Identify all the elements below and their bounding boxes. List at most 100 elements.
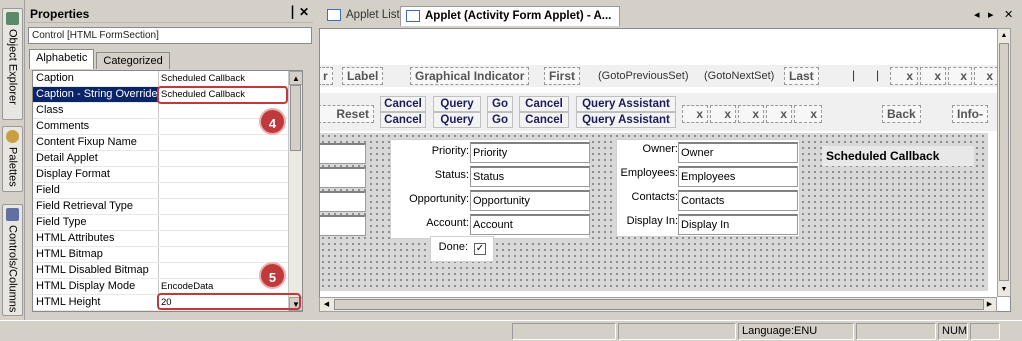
control-x[interactable]: x [890,67,918,85]
property-row[interactable]: Field [33,183,302,199]
num-lock-indicator: NUM [938,323,968,340]
opportunity-label: Opportunity: [409,193,469,205]
properties-scrollbar[interactable]: ▲ ▼ [288,71,302,311]
property-row[interactable]: HTML Bitmap [33,247,302,263]
properties-title: Properties [30,7,90,21]
property-value[interactable] [159,199,302,214]
property-name: HTML Display Mode [33,279,159,294]
employees-field[interactable]: Employees [678,166,798,187]
control-x[interactable]: x [948,67,972,85]
status-pane [618,323,736,340]
tab-controls-columns[interactable]: Controls/Columns [2,204,23,316]
tab-applet-list-label: Applet List [346,9,400,21]
go-button[interactable]: Go [487,96,513,112]
scroll-thumb[interactable] [334,299,984,310]
owner-field[interactable]: Owner [678,142,798,163]
property-value[interactable] [159,231,302,246]
control-first[interactable]: First [544,67,581,85]
control-x[interactable]: x [766,105,792,123]
control-x[interactable]: x [794,105,822,123]
property-name: Content Fixup Name [33,135,159,150]
query-button[interactable]: Query [433,112,481,128]
control-goto-previous-set[interactable]: (GotoPreviousSet) [598,70,688,82]
nav-right-icon[interactable]: ▸ [988,8,994,21]
applet-icon [406,10,420,22]
section-caption[interactable]: Scheduled Callback [822,146,974,166]
tab-applet-list[interactable]: Applet List [322,6,404,26]
partial-field[interactable] [320,191,366,212]
canvas-horizontal-scrollbar[interactable]: ◀ ▶ [319,297,997,312]
cancel-button[interactable]: Cancel [519,112,569,128]
control-label[interactable]: Label [342,67,384,85]
property-value[interactable] [159,167,302,182]
property-row[interactable]: Field Type [33,215,302,231]
property-row[interactable]: HTML Attributes [33,231,302,247]
divider: | [876,68,880,82]
properties-panel: Properties ▕ ✕ Control [HTML FormSection… [27,4,313,318]
status-label: Status: [434,169,469,181]
cancel-button[interactable]: Cancel [519,96,569,112]
done-checkbox[interactable]: ✓ [474,243,486,255]
close-icon[interactable]: ✕ [299,5,309,19]
scroll-thumb[interactable] [290,85,301,151]
scroll-left-icon[interactable]: ◀ [320,298,333,311]
tab-object-explorer[interactable]: Object Explorer [2,8,23,120]
query-assistant-button[interactable]: Query Assistant [576,96,676,112]
status-pane [512,323,616,340]
control-x[interactable]: x [682,105,708,123]
query-button[interactable]: Query [433,96,481,112]
close-tab-icon[interactable]: ✕ [1004,8,1013,21]
side-tab-strip: Object Explorer Palettes Controls/Column… [0,0,25,320]
property-row[interactable]: Content Fixup Name [33,135,302,151]
control-graphical-indicator[interactable]: Graphical Indicator [410,67,530,85]
opportunity-field[interactable]: Opportunity [470,190,590,211]
tab-alphabetic[interactable]: Alphabetic [29,49,95,69]
control-x[interactable]: x [920,67,946,85]
partial-field[interactable] [320,215,366,236]
control-x[interactable]: x [974,67,998,85]
cancel-button[interactable]: Cancel [380,96,426,112]
property-value[interactable] [159,135,302,150]
tab-categorized[interactable]: Categorized [96,52,170,69]
control-x[interactable]: x [710,105,736,123]
scroll-up-icon[interactable]: ▲ [289,71,302,85]
contacts-field[interactable]: Contacts [678,190,798,211]
partial-field[interactable] [320,143,366,164]
nav-left-icon[interactable]: ◂ [974,8,980,21]
scroll-right-icon[interactable]: ▶ [983,298,996,311]
property-row[interactable]: Field Retrieval Type [33,199,302,215]
applet-design-canvas[interactable]: r Label Graphical Indicator First (GotoP… [319,28,1011,312]
tab-palettes-label: Palettes [6,147,19,187]
scroll-up-icon[interactable]: ▲ [998,29,1010,42]
cancel-button[interactable]: Cancel [380,112,426,128]
scroll-thumb[interactable] [999,43,1009,281]
property-row[interactable]: Display Format [33,167,302,183]
tab-applet-activity-form[interactable]: Applet (Activity Form Applet) - A... [400,6,620,26]
account-field[interactable]: Account [470,214,590,235]
property-value[interactable] [159,215,302,230]
control-last[interactable]: Last [784,67,819,85]
tab-palettes[interactable]: Palettes [2,126,23,192]
property-row[interactable]: Caption Scheduled Callback [33,71,302,87]
property-value[interactable] [159,151,302,166]
property-row[interactable]: Detail Applet [33,151,302,167]
go-button[interactable]: Go [487,112,513,128]
property-value[interactable]: Scheduled Callback [159,71,302,86]
priority-field[interactable]: Priority [470,142,590,163]
canvas-vertical-scrollbar[interactable]: ▲ ▼ [997,28,1011,297]
properties-tabs: Alphabetic Categorized [29,49,313,69]
scroll-down-icon[interactable]: ▼ [998,283,1010,296]
partial-field[interactable] [320,167,366,188]
control-back[interactable]: Back [882,105,921,123]
control-info[interactable]: Info- [952,105,988,123]
property-value[interactable] [159,183,302,198]
status-field[interactable]: Status [470,166,590,187]
control-partial[interactable]: r [320,67,333,85]
display-in-field[interactable]: Display In [678,214,798,235]
pin-icon[interactable]: ▕ [285,6,293,19]
control-reset[interactable]: Reset [320,105,374,123]
control-goto-next-set[interactable]: (GotoNextSet) [704,70,774,82]
property-value[interactable] [159,247,302,262]
control-x[interactable]: x [738,105,764,123]
query-assistant-button[interactable]: Query Assistant [576,112,676,128]
